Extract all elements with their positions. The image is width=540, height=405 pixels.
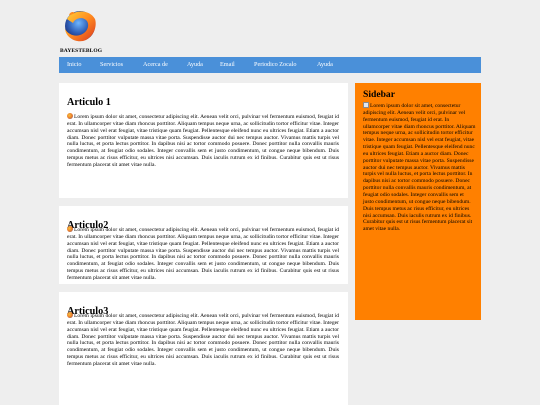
nav-item-servicios[interactable]: Servicios xyxy=(100,57,123,73)
article-text: Lorem ipsum dolor sit amet, consectetur … xyxy=(67,114,339,168)
main-nav: Inicio Servicios Acerca de Ayuda Email P… xyxy=(59,57,481,73)
firefox-small-icon xyxy=(67,312,73,318)
broken-image-icon xyxy=(363,102,369,108)
nav-item-acerca-de[interactable]: Acerca de xyxy=(143,57,168,73)
article-body: Lorem ipsum dolor sit amet, consectetur … xyxy=(67,312,339,368)
article-card: Articulo3 Lorem ipsum dolor sit amet, co… xyxy=(59,292,348,405)
nav-item-ayuda-2[interactable]: Ayuda xyxy=(317,57,333,73)
firefox-logo-icon[interactable] xyxy=(59,7,101,45)
firefox-small-icon xyxy=(67,113,73,119)
article-body: Lorem ipsum dolor sit amet, consectetur … xyxy=(67,113,339,169)
site-header: BAYESTEBLOG xyxy=(59,7,119,59)
article-card: Articulo2 Lorem ipsum dolor sit amet, co… xyxy=(59,206,348,284)
sidebar-text: Lorem ipsum dolor sit amet, consectetur … xyxy=(363,103,476,233)
nav-item-email[interactable]: Email xyxy=(220,57,235,73)
article-body: Lorem ipsum dolor sit amet, consectetur … xyxy=(67,226,339,282)
firefox-small-icon xyxy=(67,226,73,232)
article-card: Articulo 1 Lorem ipsum dolor sit amet, c… xyxy=(59,83,348,198)
nav-item-inicio[interactable]: Inicio xyxy=(67,57,81,73)
nav-item-ayuda[interactable]: Ayuda xyxy=(187,57,203,73)
nav-item-periodico-zocalo[interactable]: Periodico Zocalo xyxy=(254,57,296,73)
site-logo-text: BAYESTEBLOG xyxy=(60,48,103,54)
sidebar-title: Sidebar xyxy=(363,89,395,100)
sidebar: Sidebar Lorem ipsum dolor sit amet, cons… xyxy=(355,83,481,320)
sidebar-body: Lorem ipsum dolor sit amet, consectetur … xyxy=(363,102,476,233)
article-text: Lorem ipsum dolor sit amet, consectetur … xyxy=(67,227,339,281)
article-title: Articulo 1 xyxy=(67,97,111,108)
article-text: Lorem ipsum dolor sit amet, consectetur … xyxy=(67,313,339,367)
